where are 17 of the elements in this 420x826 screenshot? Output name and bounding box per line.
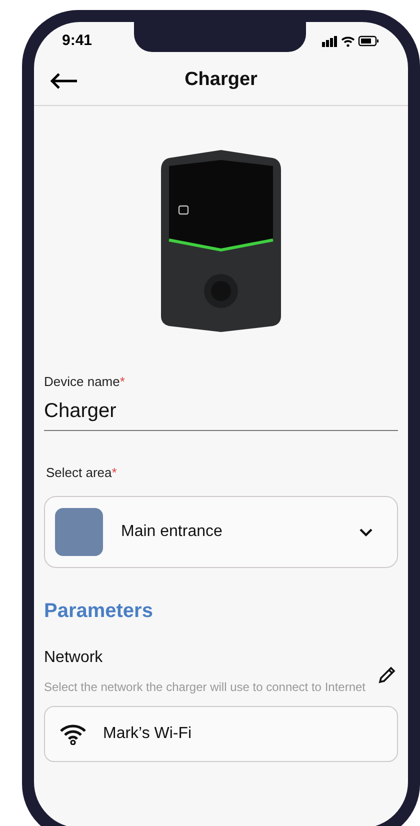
network-description: Select the network the charger will use to connect to Internet bbox=[44, 680, 367, 694]
network-title: Network bbox=[44, 648, 103, 668]
area-select[interactable]: Main entrance bbox=[44, 496, 398, 568]
wifi-icon bbox=[59, 723, 87, 745]
section-title: Parameters bbox=[44, 599, 154, 624]
back-arrow-icon bbox=[50, 72, 78, 90]
device-name-field[interactable]: Charger bbox=[44, 396, 398, 426]
pencil-icon bbox=[378, 666, 396, 684]
photo-placeholder bbox=[55, 508, 103, 556]
status-icons bbox=[322, 35, 380, 47]
chevron-down-icon bbox=[359, 528, 373, 536]
field-label: Device name* bbox=[44, 373, 126, 391]
field-label: Select area* bbox=[46, 464, 118, 482]
network-select[interactable]: Mark’s Wi-Fi bbox=[44, 706, 398, 762]
edit-button[interactable] bbox=[378, 666, 396, 684]
status-time: 9:41 bbox=[62, 30, 92, 51]
screen-title: Charger bbox=[184, 68, 258, 92]
